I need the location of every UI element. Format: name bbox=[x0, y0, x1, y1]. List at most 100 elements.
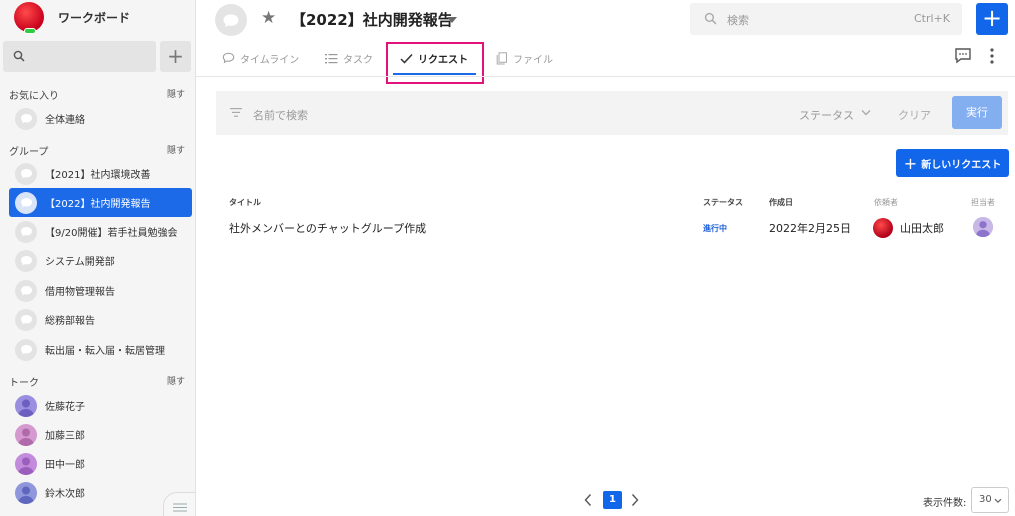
sidebar-item-label: 鈴木次郎 bbox=[45, 489, 85, 500]
online-status-indicator bbox=[24, 28, 36, 34]
workspace-header[interactable]: ワークボード bbox=[14, 2, 130, 34]
tab-label: ファイル bbox=[513, 54, 553, 66]
app-root: ワークボード + お気に入り 隠す 全体連絡 グループ 隠す 【2021】社内環… bbox=[0, 0, 1015, 516]
chat-group-icon bbox=[223, 13, 239, 27]
sidebar-item-label: 【2021】社内環境改善 bbox=[45, 170, 151, 181]
talks-label: トーク bbox=[9, 378, 39, 389]
requester-avatar bbox=[873, 218, 893, 238]
sidebar-menu-button[interactable] bbox=[163, 492, 195, 516]
check-icon bbox=[400, 53, 413, 64]
sidebar-item-label: 転出届・転入届・転居管理 bbox=[45, 346, 165, 357]
sidebar-item-talk[interactable]: 佐藤花子 bbox=[9, 391, 192, 420]
sidebar-item-label: 佐藤花子 bbox=[45, 402, 85, 413]
favorites-hide-button[interactable]: 隠す bbox=[167, 87, 185, 102]
clear-button[interactable]: クリア bbox=[898, 107, 931, 123]
plus-icon: + bbox=[903, 153, 918, 173]
created-date: 2022年2月25日 bbox=[769, 222, 851, 235]
status-badge: 進行中 bbox=[703, 224, 727, 233]
column-header-requester: 依頼者 bbox=[874, 198, 898, 207]
sidebar-item-group[interactable]: 【9/20開催】若手社員勉強会 bbox=[9, 217, 192, 246]
chat-group-icon bbox=[15, 220, 37, 243]
talks-section-header: トーク 隠す bbox=[9, 374, 185, 389]
global-search-input[interactable]: 検索 Ctrl+K bbox=[690, 3, 962, 35]
sidebar-item-label: システム開発部 bbox=[45, 257, 115, 268]
active-tab-indicator bbox=[393, 73, 476, 75]
chat-group-icon bbox=[15, 107, 37, 130]
status-filter-dropdown[interactable]: ステータス bbox=[799, 107, 854, 123]
sidebar-item-group-active[interactable]: 【2022】社内開発報告 bbox=[9, 188, 192, 217]
favorites-section-header: お気に入り 隠す bbox=[9, 87, 185, 102]
sidebar-item-talk[interactable]: 加藤三郎 bbox=[9, 420, 192, 449]
chevron-right-icon[interactable] bbox=[630, 493, 640, 507]
sidebar: ワークボード + お気に入り 隠す 全体連絡 グループ 隠す 【2021】社内環… bbox=[0, 0, 196, 516]
add-button[interactable]: + bbox=[976, 3, 1008, 35]
chat-group-icon bbox=[15, 338, 37, 361]
chat-group-icon bbox=[15, 279, 37, 302]
filter-bar: 名前で検索 ステータス クリア 実行 bbox=[216, 91, 1008, 135]
column-header-status[interactable]: ステータス bbox=[703, 197, 743, 208]
sidebar-item-label: 【2022】社内開発報告 bbox=[45, 199, 151, 210]
request-title[interactable]: 社外メンバーとのチャットグループ作成 bbox=[229, 220, 426, 236]
groups-label: グループ bbox=[9, 147, 49, 158]
sidebar-item-label: 総務部報告 bbox=[45, 316, 95, 327]
tab-requests[interactable]: リクエスト bbox=[400, 44, 468, 72]
chat-group-icon bbox=[15, 191, 37, 214]
favorite-star-icon[interactable]: ★ bbox=[261, 8, 276, 28]
chevron-down-icon[interactable] bbox=[861, 109, 871, 116]
groups-section-header: グループ 隠す bbox=[9, 143, 185, 158]
sidebar-item-group[interactable]: システム開発部 bbox=[9, 246, 192, 275]
sidebar-item-favorite[interactable]: 全体連絡 bbox=[9, 104, 192, 133]
tab-label: タスク bbox=[343, 54, 373, 66]
page-title[interactable]: 【2022】社内開発報告 bbox=[291, 9, 453, 30]
file-icon bbox=[496, 51, 507, 64]
column-header-created[interactable]: 作成日 bbox=[769, 197, 793, 208]
sidebar-search-input[interactable] bbox=[3, 41, 156, 72]
list-icon bbox=[173, 503, 187, 512]
favorites-label: お気に入り bbox=[9, 91, 59, 102]
requester-name: 山田太郎 bbox=[900, 222, 944, 235]
per-page-select[interactable]: 30 bbox=[971, 487, 1009, 513]
sidebar-item-label: 【9/20開催】若手社員勉強会 bbox=[45, 228, 178, 239]
assignee-avatar-icon[interactable] bbox=[973, 217, 993, 237]
name-filter-input[interactable]: 名前で検索 bbox=[253, 107, 308, 123]
tab-files[interactable]: ファイル bbox=[496, 44, 553, 72]
filter-icon bbox=[230, 108, 242, 117]
sidebar-item-label: 加藤三郎 bbox=[45, 431, 85, 442]
sidebar-item-label: 田中一郎 bbox=[45, 460, 85, 471]
more-options-icon[interactable] bbox=[989, 47, 995, 65]
column-header-title[interactable]: タイトル bbox=[229, 197, 261, 208]
talks-hide-button[interactable]: 隠す bbox=[167, 374, 185, 389]
chat-group-icon bbox=[15, 308, 37, 331]
new-request-label: 新しいリクエスト bbox=[921, 159, 1002, 171]
sidebar-add-button[interactable]: + bbox=[160, 41, 191, 72]
user-avatar-icon bbox=[15, 423, 37, 446]
sidebar-item-label: 借用物管理報告 bbox=[45, 287, 115, 298]
column-header-assignee: 担当者 bbox=[971, 198, 995, 207]
groups-hide-button[interactable]: 隠す bbox=[167, 143, 185, 158]
sidebar-item-group[interactable]: 【2021】社内環境改善 bbox=[9, 159, 192, 188]
sidebar-item-group[interactable]: 借用物管理報告 bbox=[9, 276, 192, 305]
tab-label: リクエスト bbox=[418, 54, 468, 66]
sidebar-item-talk[interactable]: 田中一郎 bbox=[9, 449, 192, 478]
chat-group-icon bbox=[15, 162, 37, 185]
per-page-label: 表示件数: bbox=[923, 498, 967, 509]
search-placeholder: 検索 bbox=[727, 14, 749, 27]
chevron-down-icon[interactable] bbox=[447, 17, 457, 23]
chat-icon[interactable] bbox=[954, 47, 972, 64]
tab-tasks[interactable]: タスク bbox=[325, 44, 373, 72]
search-shortcut: Ctrl+K bbox=[913, 12, 950, 25]
sidebar-item-label: 全体連絡 bbox=[45, 115, 85, 126]
search-icon bbox=[13, 50, 25, 62]
user-avatar-icon bbox=[15, 452, 37, 475]
group-avatar bbox=[215, 4, 247, 36]
run-button[interactable]: 実行 bbox=[952, 96, 1002, 129]
sidebar-item-group[interactable]: 転出届・転入届・転居管理 bbox=[9, 335, 192, 364]
page-number-current[interactable]: 1 bbox=[603, 491, 622, 509]
search-icon bbox=[704, 12, 717, 25]
sidebar-item-group[interactable]: 総務部報告 bbox=[9, 305, 192, 334]
tab-timeline[interactable]: タイムライン bbox=[222, 44, 299, 72]
chevron-left-icon[interactable] bbox=[583, 493, 593, 507]
workspace-logo bbox=[14, 2, 44, 34]
new-request-button[interactable]: + 新しいリクエスト bbox=[896, 149, 1009, 177]
user-avatar-icon bbox=[15, 481, 37, 504]
